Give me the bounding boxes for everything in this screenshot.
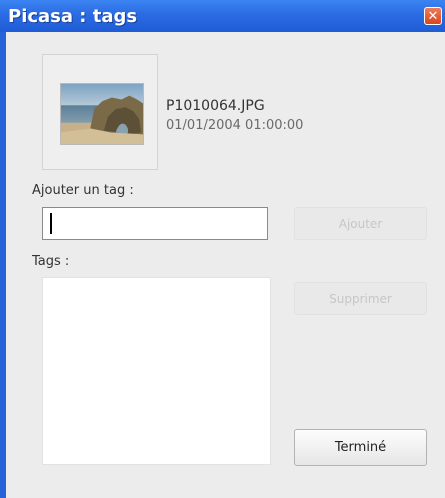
title-bar[interactable]: Picasa : tags ✕: [0, 0, 445, 32]
photo-thumbnail-frame: [42, 54, 158, 170]
remove-tag-button[interactable]: Supprimer: [294, 282, 427, 315]
done-button[interactable]: Terminé: [294, 429, 427, 466]
close-button[interactable]: ✕: [424, 7, 442, 25]
add-tag-label: Ajouter un tag :: [32, 183, 134, 198]
photo-thumbnail: [60, 83, 144, 145]
tags-label: Tags :: [32, 254, 70, 269]
add-tag-button[interactable]: Ajouter: [294, 207, 427, 240]
text-caret: [50, 213, 52, 234]
dialog-body: P1010064.JPG 01/01/2004 01:00:00 Ajouter…: [6, 32, 445, 498]
tags-dialog-window: Picasa : tags ✕ P1010064.JPG 01/01/2004 …: [0, 0, 445, 498]
window-title: Picasa : tags: [8, 6, 138, 27]
photo-datetime: 01/01/2004 01:00:00: [166, 118, 304, 133]
add-tag-input[interactable]: [42, 207, 268, 240]
tags-list[interactable]: [42, 277, 271, 465]
photo-filename: P1010064.JPG: [166, 98, 265, 114]
close-icon: ✕: [427, 8, 439, 24]
